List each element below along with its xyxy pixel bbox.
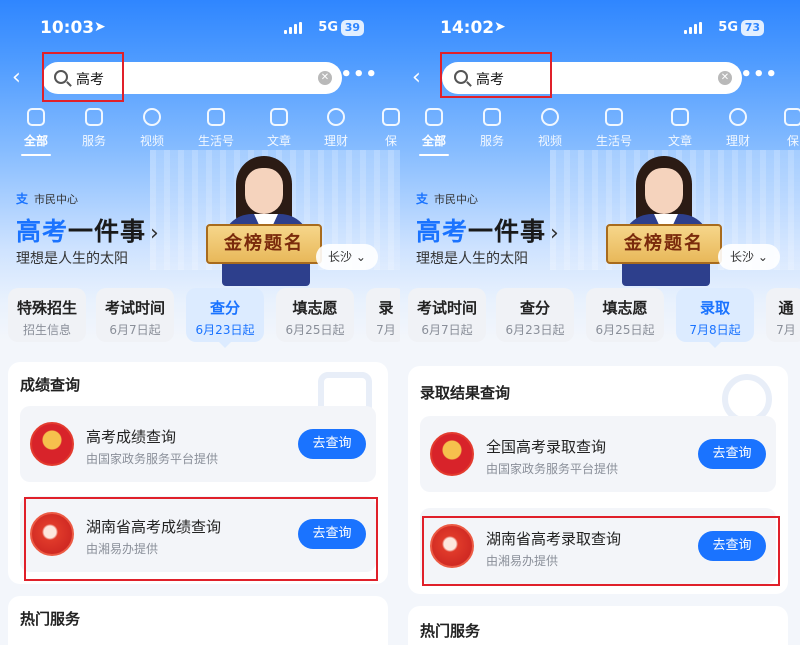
query-button[interactable]: 去查询	[298, 429, 366, 459]
cube-icon	[85, 108, 103, 126]
chevron-right-icon: ›	[150, 221, 160, 246]
comparison-screens: 10:03 ➤ 5G 39 ‹ 高考 ✕ ••• 全部 服务 视频 生活号 文章…	[0, 0, 800, 645]
category-tabs: 全部 服务 视频 生活号 文章 理财 保	[0, 108, 400, 158]
tab-notice[interactable]: 通 7月	[766, 288, 800, 342]
status-time: 14:02	[440, 18, 495, 38]
hero-title[interactable]: 高考一件事 ›	[416, 212, 560, 248]
play-icon	[541, 108, 559, 126]
smile-icon	[605, 108, 623, 126]
highlight-box-search	[440, 52, 552, 98]
tab-services[interactable]: 服务	[69, 108, 119, 149]
section-title: 成绩查询	[20, 376, 81, 394]
signal-icon	[684, 22, 704, 34]
hero-scroll: 金榜题名	[606, 224, 722, 264]
location-arrow-icon: ➤	[94, 19, 106, 35]
tab-articles[interactable]: 文章	[254, 108, 304, 149]
hero-illustration: 金榜题名	[606, 156, 726, 286]
list-item[interactable]: 高考成绩查询 由国家政务服务平台提供 去查询	[20, 406, 376, 482]
tab-articles[interactable]: 文章	[655, 108, 705, 149]
tab-all[interactable]: 全部	[409, 108, 459, 156]
shield-icon	[784, 108, 800, 126]
cube-icon	[483, 108, 501, 126]
hero-subtitle: 理想是人生的太阳	[16, 251, 128, 267]
chevron-down-icon: ⌄	[355, 250, 366, 264]
tab-fill-application[interactable]: 填志愿 6月25日起	[586, 288, 664, 342]
status-time: 10:03	[40, 18, 95, 38]
hot-services-title: 热门服务	[420, 622, 481, 640]
back-icon[interactable]: ‹	[412, 67, 432, 89]
battery-icon: 73	[740, 20, 764, 36]
tab-services[interactable]: 服务	[467, 108, 517, 149]
section-title: 录取结果查询	[420, 384, 511, 402]
list-item[interactable]: 全国高考录取查询 由国家政务服务平台提供 去查询	[420, 416, 776, 492]
highlight-box-hunan	[422, 516, 780, 586]
tab-exam-time[interactable]: 考试时间 6月7日起	[408, 288, 486, 342]
hot-services-panel: 热门服务	[408, 606, 788, 645]
city-selector[interactable]: 长沙 ⌄	[316, 244, 378, 270]
tab-fill-application[interactable]: 填志愿 6月25日起	[276, 288, 354, 342]
shield-icon	[382, 108, 400, 126]
more-icon[interactable]: •••	[340, 64, 378, 85]
clear-icon[interactable]: ✕	[718, 71, 732, 85]
play-icon	[143, 108, 161, 126]
category-tabs: 全部 服务 视频 生活号 文章 理财 保	[400, 108, 800, 158]
tab-video[interactable]: 视频	[525, 108, 575, 149]
tab-exam-time[interactable]: 考试时间 6月7日起	[96, 288, 174, 342]
grid-icon	[425, 108, 443, 126]
status-bar: 10:03 ➤ 5G 39	[0, 16, 400, 42]
hero-subtitle: 理想是人生的太阳	[416, 251, 528, 267]
tab-admission[interactable]: 录取 7月8日起	[676, 288, 754, 348]
query-button[interactable]: 去查询	[698, 439, 766, 469]
smile-icon	[207, 108, 225, 126]
hero-title[interactable]: 高考一件事 ›	[16, 212, 160, 248]
national-emblem-icon	[430, 432, 474, 476]
phone-screen-left: 10:03 ➤ 5G 39 ‹ 高考 ✕ ••• 全部 服务 视频 生活号 文章…	[0, 0, 400, 645]
hot-services-panel: 热门服务	[8, 596, 388, 645]
article-icon	[270, 108, 288, 126]
phone-screen-right: 14:02 ➤ 5G 73 ‹ 高考 ✕ ••• 全部 服务 视频 生活号 文章…	[400, 0, 800, 645]
location-arrow-icon: ➤	[494, 19, 506, 35]
tab-score-check[interactable]: 查分 6月23日起	[496, 288, 574, 342]
timeline-tabs: 特殊招生 招生信息 考试时间 6月7日起 查分 6月23日起 填志愿 6月25日起 录7…	[8, 288, 400, 348]
tab-finance[interactable]: 理财	[713, 108, 763, 149]
national-emblem-icon	[30, 422, 74, 466]
article-icon	[671, 108, 689, 126]
tab-special-admission[interactable]: 特殊招生 招生信息	[8, 288, 86, 342]
signal-icon	[284, 22, 304, 34]
grid-icon	[27, 108, 45, 126]
tab-life[interactable]: 生活号	[191, 108, 241, 149]
hero-org: 支市民中心	[16, 192, 78, 206]
city-selector[interactable]: 长沙 ⌄	[718, 244, 780, 270]
timeline-tabs: 考试时间 6月7日起 查分 6月23日起 填志愿 6月25日起 录取 7月8日起 通 7月	[408, 288, 800, 348]
alipay-logo-icon: 支	[16, 192, 29, 206]
tab-insurance[interactable]: 保	[768, 108, 800, 149]
yen-icon	[729, 108, 747, 126]
chevron-down-icon: ⌄	[757, 250, 768, 264]
tab-all[interactable]: 全部	[11, 108, 61, 156]
more-icon[interactable]: •••	[740, 64, 778, 85]
battery-icon: 39	[340, 20, 364, 36]
tab-score-check[interactable]: 查分 6月23日起	[186, 288, 264, 348]
tab-video[interactable]: 视频	[127, 108, 177, 149]
tab-insurance[interactable]: 保	[366, 108, 400, 149]
hero-org: 支市民中心	[416, 192, 478, 206]
hot-services-title: 热门服务	[20, 610, 81, 628]
yen-icon	[327, 108, 345, 126]
hero-scroll: 金榜题名	[206, 224, 322, 264]
tab-admission[interactable]: 录 7月	[366, 288, 400, 342]
hero-illustration: 金榜题名	[206, 156, 326, 286]
highlight-box-hunan	[24, 497, 378, 581]
chevron-right-icon: ›	[550, 221, 560, 246]
clear-icon[interactable]: ✕	[318, 71, 332, 85]
tab-life[interactable]: 生活号	[589, 108, 639, 149]
highlight-box-search	[42, 52, 124, 102]
tab-finance[interactable]: 理财	[311, 108, 361, 149]
network-label: 5G	[318, 20, 338, 35]
alipay-logo-icon: 支	[416, 192, 429, 206]
back-icon[interactable]: ‹	[12, 67, 32, 89]
network-label: 5G	[718, 20, 738, 35]
status-bar: 14:02 ➤ 5G 73	[400, 16, 800, 42]
